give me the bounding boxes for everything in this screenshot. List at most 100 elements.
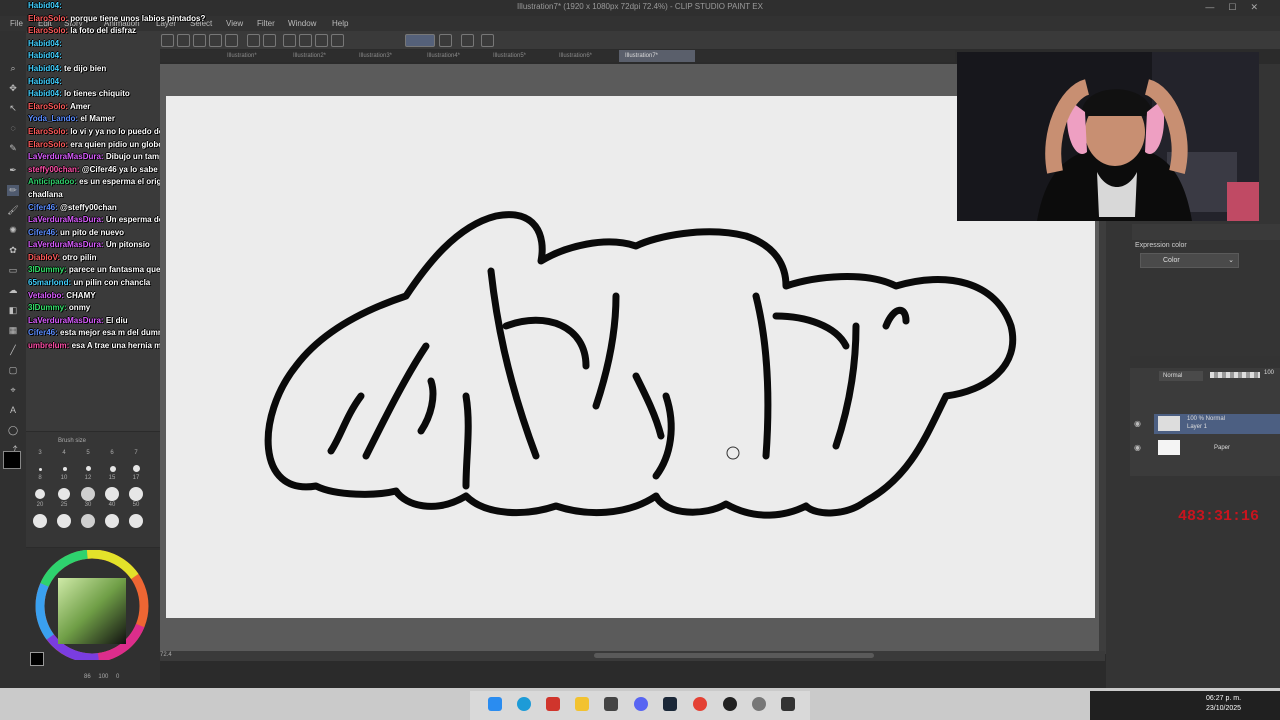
eye-icon[interactable]: ◉ (1134, 443, 1141, 452)
brush-size-dot[interactable] (58, 488, 70, 500)
app-icon[interactable] (604, 697, 618, 711)
layer-panel: Normal 100 100 % Normal Layer 1 Paper ◉ … (1130, 356, 1280, 476)
steam-icon[interactable] (663, 697, 677, 711)
tab-illustration5[interactable]: Illustration5* (487, 50, 549, 62)
eyedropper-icon[interactable]: ✎ (7, 143, 19, 154)
transform-icon[interactable] (315, 34, 328, 47)
brush-size-dot[interactable] (57, 514, 71, 528)
tab-illustration7[interactable]: Illustration7* (619, 50, 695, 62)
blend-icon[interactable]: ☁ (7, 285, 19, 296)
app-icon[interactable] (781, 697, 795, 711)
window-controls[interactable]: —☐✕ (1205, 2, 1272, 13)
minimize-icon[interactable]: — (1205, 2, 1228, 12)
menu-filter[interactable]: Filter (257, 19, 275, 28)
discord-icon[interactable] (634, 697, 648, 711)
eraser-icon[interactable]: ▭ (7, 265, 19, 276)
tab-illustration6[interactable]: Illustration6* (553, 50, 615, 62)
brush-size-dot[interactable] (110, 466, 116, 472)
brush-size-value: 20 (36, 502, 44, 508)
streamer-camera-image (957, 52, 1259, 221)
zoom-value[interactable]: 72.4 (160, 652, 172, 658)
chrome-icon[interactable] (693, 697, 707, 711)
selection-icon[interactable]: ◌ (7, 123, 19, 134)
chat-message: Habid04: (28, 1, 62, 10)
menu-window[interactable]: Window (288, 19, 316, 28)
main-color-chip[interactable] (30, 652, 44, 666)
opacity-value[interactable]: 100 (1264, 370, 1274, 376)
redo-icon[interactable] (263, 34, 276, 47)
expression-color-select[interactable]: Color ⌄ (1140, 253, 1239, 268)
ruler-snap-icon[interactable] (405, 34, 435, 47)
system-tray (1090, 691, 1280, 720)
file-explorer-icon[interactable] (575, 697, 589, 711)
brush-size-value: 4 (62, 450, 66, 456)
pen-icon[interactable]: ✒ (7, 165, 19, 176)
brush-size-dot[interactable] (35, 489, 45, 499)
text-icon[interactable]: A (7, 405, 19, 416)
brush-size-dot[interactable] (86, 466, 91, 471)
decoration-icon[interactable]: ✿ (7, 245, 19, 256)
layer-ref-icon[interactable] (461, 34, 474, 47)
pencil-icon[interactable]: ✏ (7, 185, 19, 196)
blend-mode-select[interactable]: Normal (1159, 371, 1203, 381)
airbrush-icon[interactable]: ✺ (7, 225, 19, 236)
app-icon[interactable] (546, 697, 560, 711)
layer-row[interactable]: Paper (1154, 438, 1280, 458)
brush-size-dot[interactable] (133, 465, 140, 472)
frame-icon[interactable]: ▢ (7, 365, 19, 376)
brush-size-value: 30 (84, 502, 92, 508)
layer-row[interactable]: 100 % Normal Layer 1 (1154, 414, 1280, 434)
chevron-down-icon: ⌄ (1228, 257, 1234, 264)
fill-tool-icon[interactable]: ◧ (7, 305, 19, 316)
brush-size-value: 8 (38, 475, 42, 481)
brush-size-dot[interactable] (63, 467, 67, 471)
operation-icon[interactable]: ↖ (7, 103, 19, 114)
brush-size-dot[interactable] (81, 514, 95, 528)
tab-illustration2[interactable]: Illustration2* (287, 50, 349, 62)
crop-icon[interactable] (331, 34, 344, 47)
brush-size-dot[interactable] (129, 514, 143, 528)
stream-timer: 483:31:16 (1178, 508, 1260, 525)
brush-size-dot[interactable] (105, 487, 119, 501)
brush-size-dot[interactable] (39, 468, 42, 471)
canvas-paper[interactable] (166, 96, 1095, 618)
ruler-icon[interactable]: ⌖ (7, 385, 19, 396)
taskbar-clock[interactable]: 06:27 p. m. 23/10/2025 (1206, 694, 1241, 714)
color-wheel[interactable] (28, 550, 158, 660)
menu-file[interactable]: File (10, 19, 23, 28)
scroll-thumb[interactable] (594, 653, 874, 658)
gradient-icon[interactable]: ▦ (7, 325, 19, 336)
close-icon[interactable]: ✕ (1250, 2, 1272, 12)
zoom-icon[interactable]: ⌕ (7, 63, 19, 74)
brush-size-dot[interactable] (129, 487, 143, 501)
snap-icon[interactable] (439, 34, 452, 47)
eye-icon[interactable]: ◉ (1134, 419, 1141, 428)
clear-icon[interactable] (283, 34, 296, 47)
main-color-swatch[interactable] (3, 451, 21, 469)
move-icon[interactable]: ✥ (7, 83, 19, 94)
edge-icon[interactable] (517, 697, 531, 711)
fill-icon[interactable] (299, 34, 312, 47)
brush-size-dot[interactable] (105, 514, 119, 528)
opacity-slider[interactable] (1210, 372, 1260, 378)
balloon-icon[interactable]: ◯ (7, 425, 19, 436)
document-tabs: Illustration* Illustration2* Illustratio… (155, 50, 955, 62)
brush-size-value: 6 (110, 450, 114, 456)
obs-icon[interactable] (723, 697, 737, 711)
brush-size-panel: Brush size 3 4 5 6 7 8 10 12 15 17 20 25… (26, 432, 160, 547)
brush-size-dot[interactable] (33, 514, 47, 528)
chat-message: Habid04: (28, 51, 62, 61)
maximize-icon[interactable]: ☐ (1228, 2, 1250, 12)
brush-panel-title: Brush size (58, 438, 87, 444)
webcam-overlay (957, 52, 1259, 221)
brush-size-dot[interactable] (81, 487, 95, 501)
saturation-square[interactable] (58, 578, 126, 644)
app-icon[interactable] (752, 697, 766, 711)
tab-illustration4[interactable]: Illustration4* (421, 50, 483, 62)
tab-illustration3[interactable]: Illustration3* (353, 50, 415, 62)
menu-help[interactable]: Help (332, 19, 348, 28)
brush-icon[interactable]: 🖌 (7, 205, 19, 216)
windows-start-icon[interactable] (488, 697, 502, 711)
figure-icon[interactable]: ╱ (7, 345, 19, 356)
settings-icon[interactable] (481, 34, 494, 47)
